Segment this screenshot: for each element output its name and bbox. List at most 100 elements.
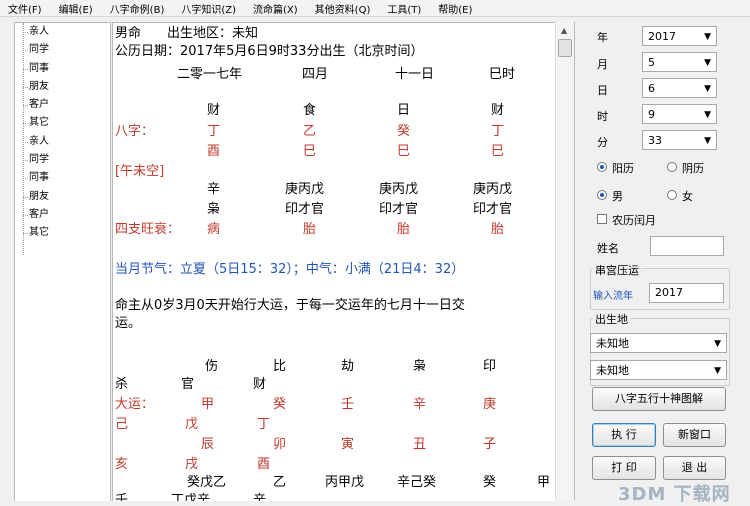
tree-item-colleagues[interactable]: 同事 [23,60,49,78]
dayun-branch-6: 亥 [115,457,129,472]
print-button[interactable]: 打 印 [592,456,656,480]
month-value: 5 [648,56,655,69]
branch-month: 巳 [303,144,317,159]
lunar-day: 十一日 [395,67,435,82]
site-watermark: 3DM 下载网 [618,484,731,505]
state-month: 胎 [303,222,317,237]
luck-start-line-2: 运。 [115,316,142,331]
hidden-god-year: 枭 [207,202,221,217]
menu-bazi-cases[interactable]: 八字命例(B) [102,1,174,16]
minute-value: 33 [648,134,662,147]
scroll-thumb[interactable] [558,39,572,57]
dayun-hidden-5: 癸 [483,475,497,490]
dayun-stem-8: 丁 [257,417,271,432]
menu-bar: 文件(F) 编辑(E) 八字命例(B) 八字知识(Z) 流命篇(X) 其他资料(… [0,0,750,17]
tree-item-classmates-2[interactable]: 同学 [23,151,49,169]
tree-item-relatives-2[interactable]: 亲人 [23,133,49,151]
menu-help[interactable]: 帮助(E) [430,1,481,16]
menu-other-data[interactable]: 其他资料(Q) [307,1,380,16]
year-label: 年 [597,31,608,44]
tree-item-relatives[interactable]: 亲人 [23,23,49,41]
state-day: 胎 [397,222,411,237]
menu-bazi-knowledge[interactable]: 八字知识(Z) [173,1,245,16]
dayun-god-3: 劫 [341,359,355,374]
tree-item-others-2[interactable]: 其它 [23,224,49,242]
province-select[interactable]: 未知地 ▼ [590,333,727,353]
chevron-down-icon: ▼ [704,110,711,120]
new-window-button[interactable]: 新窗口 [663,423,726,447]
lunar-radio[interactable] [667,162,677,172]
god-hour: 财 [491,103,505,118]
bazi-label: 八字： [115,124,155,139]
tree-item-clients[interactable]: 客户 [23,96,49,114]
dayun-hidden-6: 甲 [537,475,551,490]
minute-select[interactable]: 33 ▼ [642,130,717,150]
dayun-hidden-2: 乙 [273,475,287,490]
chevron-down-icon: ▼ [704,32,711,42]
vertical-scrollbar[interactable]: ▲ [555,22,575,500]
hidden-god-day: 印才官 [379,202,419,217]
input-year-label: 输入流年 [593,291,633,302]
menu-file[interactable]: 文件(F) [0,1,51,16]
female-label[interactable]: 女 [682,188,693,204]
name-input[interactable] [650,236,724,256]
lunar-label[interactable]: 阴历 [682,160,704,176]
solar-label[interactable]: 阳历 [612,160,634,176]
day-value: 6 [648,82,655,95]
five-elements-chart-button[interactable]: 八字五行十神图解 [592,387,726,411]
hidden-god-hour: 印才官 [473,202,513,217]
tree-item-others[interactable]: 其它 [23,114,49,132]
scroll-up-icon[interactable]: ▲ [561,26,567,35]
exit-button[interactable]: 退 出 [663,456,726,480]
minute-label: 分 [597,136,608,149]
hidden-god-month: 印才官 [285,202,325,217]
tree-item-classmates[interactable]: 同学 [23,41,49,59]
menu-tools[interactable]: 工具(T) [379,1,430,16]
state-year: 病 [207,222,221,237]
dayun-god-1: 伤 [205,359,219,374]
menu-liuming[interactable]: 流命篇(X) [245,1,307,16]
tree-item-colleagues-2[interactable]: 同事 [23,169,49,187]
female-radio[interactable] [667,190,677,200]
leap-month-label[interactable]: 农历闰月 [612,212,656,228]
city-select[interactable]: 未知地 ▼ [590,360,727,380]
category-tree[interactable]: 亲人 同学 同事 朋友 客户 其它 亲人 同学 同事 朋友 客户 其它 [14,22,111,501]
void-branches: [午未空] [115,164,165,179]
chevron-down-icon: ▼ [704,136,711,146]
god-day: 日 [397,103,411,118]
tree-item-friends-2[interactable]: 朋友 [23,188,49,206]
solar-radio[interactable] [597,162,607,172]
dayun-hidden-1: 癸戊乙 [187,475,227,490]
dayun-branch-5: 子 [483,437,497,452]
dayun-stem-1: 甲 [201,397,215,412]
month-select[interactable]: 5 ▼ [642,52,717,72]
year-select[interactable]: 2017 ▼ [642,26,717,46]
run-button[interactable]: 执 行 [592,423,656,447]
dayun-branch-4: 丑 [413,437,427,452]
tree-item-clients-2[interactable]: 客户 [23,206,49,224]
god-year: 财 [207,103,221,118]
bazi-result-text[interactable]: 男命 出生地区：未知 公历日期：2017年5月6日9时33分出生（北京时间） 二… [112,22,556,501]
branch-day: 巳 [397,144,411,159]
stem-hour: 丁 [491,124,505,139]
input-year-field[interactable]: 2017 [649,283,724,303]
male-label[interactable]: 男 [612,188,623,204]
luck-start-line: 命主从0岁3月0天开始行大运，于每一交运年的七月十一日交 [115,298,465,313]
day-select[interactable]: 6 ▼ [642,78,717,98]
menu-edit[interactable]: 编辑(E) [51,1,102,16]
dayun-god-7: 官 [181,377,195,392]
lunar-year: 二零一七年 [177,67,243,82]
leap-month-checkbox[interactable] [597,214,607,224]
dayun-label: 大运： [115,397,155,412]
god-month: 食 [303,103,317,118]
dayun-stem-3: 壬 [341,397,355,412]
month-label: 月 [597,58,608,71]
input-year-value: 2017 [655,286,683,299]
hour-select[interactable]: 9 ▼ [642,104,717,124]
male-radio[interactable] [597,190,607,200]
dayun-branch-7: 戌 [185,457,199,472]
tree-item-friends[interactable]: 朋友 [23,78,49,96]
year-value: 2017 [648,30,676,43]
dayun-god-6: 杀 [115,377,129,392]
dayun-hidden-3: 丙甲戊 [325,475,365,490]
